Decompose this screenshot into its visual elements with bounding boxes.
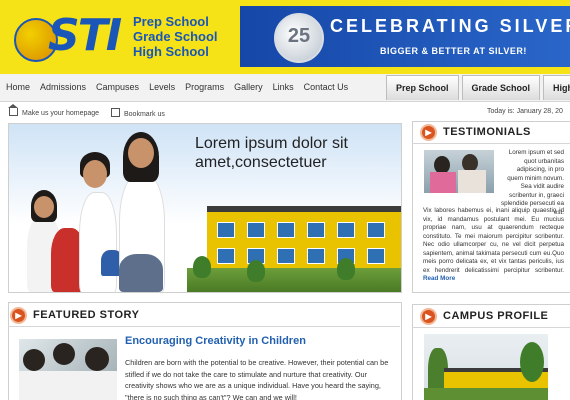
bookmark-label: Bookmark us <box>124 111 165 118</box>
arrow-circle-icon: ▶ <box>10 306 27 324</box>
school-level-high: High School <box>133 44 209 59</box>
divider <box>412 143 570 144</box>
nav-links-page[interactable]: Links <box>273 82 294 92</box>
featured-story-photo[interactable] <box>19 339 117 400</box>
school-building-image <box>187 186 401 292</box>
sti-logo[interactable]: STI <box>6 6 122 66</box>
anniversary-banner[interactable]: 25 CELEBRATING SILVER BIGGER & BETTER AT… <box>240 6 570 67</box>
anniversary-seal-icon: 25 <box>274 13 324 63</box>
divider <box>8 326 400 327</box>
site-header: STI Prep School Grade School High School… <box>0 0 570 74</box>
nav-admissions[interactable]: Admissions <box>40 82 86 92</box>
campus-profile-header: ▶ CAMPUS PROFILE <box>420 305 548 327</box>
featured-story-headline[interactable]: Encouraging Creativity in Children <box>125 335 306 347</box>
bookmark-icon <box>111 108 120 117</box>
nav-contact-us[interactable]: Contact Us <box>304 82 349 92</box>
nav-home[interactable]: Home <box>6 82 30 92</box>
make-homepage-label: Make us your homepage <box>22 110 100 117</box>
make-homepage-link[interactable]: Make us your homepage <box>8 104 100 117</box>
nav-campuses[interactable]: Campuses <box>96 82 139 92</box>
featured-story-title: FEATURED STORY <box>33 309 140 321</box>
arrow-circle-icon: ▶ <box>420 307 437 325</box>
school-levels: Prep School Grade School High School <box>133 14 218 59</box>
school-level-prep: Prep School <box>133 14 209 29</box>
hero-banner[interactable]: Lorem ipsum dolor sit amet,consectetuer <box>8 123 402 293</box>
nav-links: Home Admissions Campuses Levels Programs… <box>6 82 348 92</box>
logo-text: STI <box>48 10 122 61</box>
home-icon <box>8 104 18 116</box>
banner-subtitle: BIGGER & BETTER AT SILVER! <box>380 46 527 56</box>
arrow-circle-icon: ▶ <box>420 123 437 141</box>
tab-prep-school[interactable]: Prep School <box>386 75 459 100</box>
nav-levels[interactable]: Levels <box>149 82 175 92</box>
nav-programs[interactable]: Programs <box>185 82 224 92</box>
testimonial-text: Vix labores habemus ei, inani aliquip qu… <box>423 207 564 284</box>
read-more-link[interactable]: Read More <box>423 275 455 282</box>
testimonial-photo <box>424 150 494 193</box>
featured-story-body: Children are born with the potential to … <box>125 358 389 400</box>
testimonial-text-body: Vix labores habemus ei, inani aliquip qu… <box>423 207 564 274</box>
school-level-grade: Grade School <box>133 29 218 44</box>
tab-grade-school[interactable]: Grade School <box>461 75 541 100</box>
campus-photo[interactable] <box>424 334 548 400</box>
divider <box>412 327 570 328</box>
tab-high-school[interactable]: High Scho <box>543 75 570 100</box>
bookmark-link[interactable]: Bookmark us <box>111 108 165 118</box>
school-tabs: Prep School Grade School High Scho <box>386 74 570 101</box>
campus-profile-title: CAMPUS PROFILE <box>443 310 549 322</box>
utility-bar: Make us your homepage Bookmark us Today … <box>0 103 570 121</box>
testimonials-title: TESTIMONIALS <box>443 126 531 138</box>
nav-gallery[interactable]: Gallery <box>234 82 263 92</box>
current-date: Today is: January 28, 20 <box>487 108 563 115</box>
testimonials-header: ▶ TESTIMONIALS <box>420 121 531 143</box>
seal-number: 25 <box>287 25 311 47</box>
hero-text: Lorem ipsum dolor sit amet,consectetuer <box>195 135 348 171</box>
page: STI Prep School Grade School High School… <box>0 0 570 400</box>
featured-story-header: ▶ FEATURED STORY <box>10 304 139 326</box>
banner-title: CELEBRATING SILVER <box>330 16 570 36</box>
